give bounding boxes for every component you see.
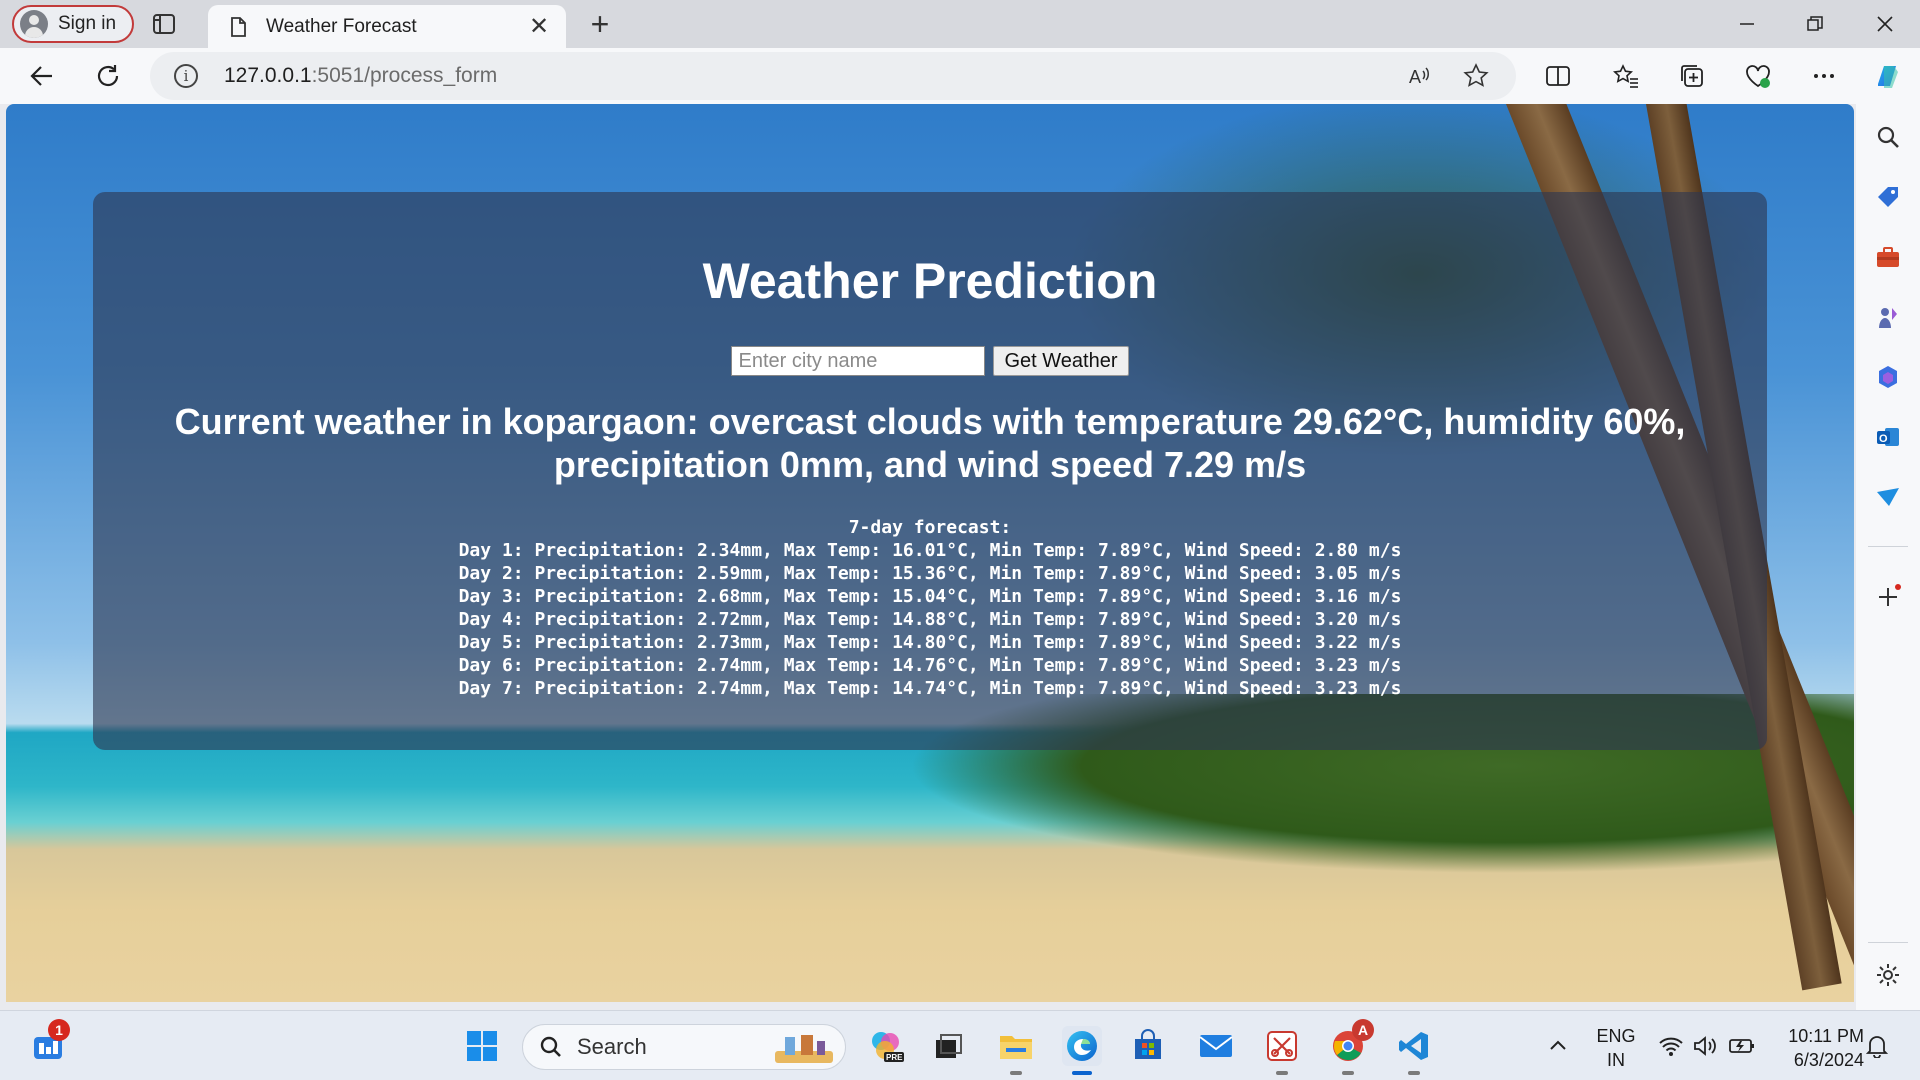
add-sidebar-app-icon[interactable]: [1873, 582, 1903, 612]
active-indicator: [1072, 1071, 1092, 1075]
forecast-day: Day 4: Precipitation: 2.72mm, Max Temp: …: [458, 609, 1402, 630]
sidebar-divider: [1868, 942, 1908, 943]
forecast-day: Day 1: Precipitation: 2.34mm, Max Temp: …: [458, 540, 1402, 561]
settings-gear-icon[interactable]: [1873, 960, 1903, 990]
weather-panel: Weather Prediction Get Weather Current w…: [93, 192, 1767, 750]
refresh-icon[interactable]: [92, 60, 124, 92]
close-window-icon[interactable]: [1852, 0, 1918, 48]
browser-toolbar: i 127.0.0.1:5051/process_form A: [0, 48, 1920, 104]
address-bar[interactable]: i 127.0.0.1:5051/process_form A: [150, 52, 1516, 100]
clock-date: 6/3/2024: [1793, 1050, 1864, 1070]
favorite-star-icon[interactable]: [1460, 60, 1492, 92]
running-indicator: [1276, 1071, 1288, 1075]
page-icon: [226, 15, 250, 39]
svg-text:PRE: PRE: [886, 1053, 903, 1062]
new-tab-icon[interactable]: +: [584, 8, 616, 40]
sign-in-label: Sign in: [58, 13, 117, 34]
volume-icon[interactable]: [1692, 1011, 1718, 1080]
language-indicator[interactable]: ENG IN: [1596, 1024, 1636, 1072]
start-windows-icon[interactable]: [462, 1026, 502, 1066]
profile-avatar-icon: [20, 10, 48, 38]
file-explorer-icon[interactable]: [996, 1026, 1036, 1066]
system-clock[interactable]: 10:11 PM 6/3/2024: [1774, 1024, 1864, 1072]
taskbar-search-label: Search: [577, 1034, 647, 1059]
svg-text:A: A: [1409, 67, 1421, 87]
forecast-day: Day 6: Precipitation: 2.74mm, Max Temp: …: [458, 655, 1402, 676]
city-input[interactable]: [731, 346, 986, 376]
wifi-icon[interactable]: [1658, 1011, 1684, 1080]
current-weather-text: Current weather in kopargaon: overcast c…: [174, 401, 1686, 485]
snipping-tool-icon[interactable]: [1262, 1026, 1302, 1066]
outlook-icon[interactable]: O: [1873, 422, 1903, 452]
sign-in-button[interactable]: Sign in: [12, 5, 135, 43]
show-hidden-icons[interactable]: [1548, 1011, 1568, 1080]
minimize-icon[interactable]: [1714, 0, 1780, 48]
forecast-block: 7-day forecast: Day 1: Precipitation: 2.…: [93, 516, 1767, 700]
running-indicator: [1342, 1071, 1354, 1075]
vscode-icon[interactable]: [1394, 1026, 1434, 1066]
page-title: Weather Prediction: [702, 253, 1158, 309]
favorites-icon[interactable]: [1610, 60, 1642, 92]
collections-icon[interactable]: [1676, 60, 1708, 92]
sidebar-divider: [1868, 546, 1908, 547]
forecast-day: Day 3: Precipitation: 2.68mm, Max Temp: …: [458, 586, 1402, 607]
more-options-icon[interactable]: [1808, 60, 1840, 92]
copilot-m365-icon[interactable]: [1873, 362, 1903, 392]
browser-essentials-icon[interactable]: [1742, 60, 1774, 92]
games-icon[interactable]: [1873, 302, 1903, 332]
split-screen-icon[interactable]: [1542, 60, 1574, 92]
taskbar-search-box[interactable]: Search: [522, 1024, 846, 1070]
read-aloud-icon[interactable]: A: [1404, 60, 1436, 92]
forecast-day: Day 2: Precipitation: 2.59mm, Max Temp: …: [458, 563, 1402, 584]
clock-time: 10:11 PM: [1788, 1026, 1864, 1046]
tools-icon[interactable]: [1873, 242, 1903, 272]
site-info-icon[interactable]: i: [174, 64, 198, 88]
browser-tab[interactable]: Weather Forecast ✕: [208, 5, 566, 48]
notifications-bell-icon[interactable]: [1866, 1011, 1888, 1080]
battery-icon[interactable]: [1728, 1011, 1756, 1080]
web-page: Weather Prediction Get Weather Current w…: [6, 104, 1854, 1002]
back-icon[interactable]: [26, 60, 58, 92]
tab-strip: Sign in Weather Forecast ✕ +: [0, 0, 1920, 48]
running-indicator: [1408, 1071, 1420, 1075]
edge-icon[interactable]: [1062, 1026, 1102, 1066]
search-icon: [540, 1036, 561, 1057]
chrome-profile-badge: A: [1352, 1019, 1374, 1041]
restore-icon[interactable]: [1782, 0, 1848, 48]
taskbar: 1 Search PRE A ENG IN 10:11 PM 6/3/2024: [0, 1010, 1920, 1080]
microsoft-store-icon[interactable]: [1128, 1026, 1168, 1066]
edge-sidebar: O: [1856, 104, 1920, 1010]
close-tab-icon[interactable]: ✕: [526, 12, 552, 41]
running-indicator: [1010, 1071, 1022, 1075]
search-highlight-icon: [771, 1031, 837, 1071]
widgets-badge: 1: [48, 1019, 70, 1041]
forecast-title: 7-day forecast:: [848, 517, 1012, 538]
search-icon[interactable]: [1873, 122, 1903, 152]
svg-text:O: O: [1879, 433, 1888, 445]
forecast-day: Day 7: Precipitation: 2.74mm, Max Temp: …: [458, 678, 1402, 699]
tab-actions-icon[interactable]: [150, 10, 178, 38]
url-text[interactable]: 127.0.0.1:5051/process_form: [224, 64, 497, 88]
mail-icon[interactable]: [1196, 1026, 1236, 1066]
task-view-icon[interactable]: [928, 1026, 968, 1066]
city-form: Get Weather: [93, 346, 1767, 376]
copilot-pre-icon[interactable]: PRE: [866, 1026, 906, 1066]
tab-title: Weather Forecast: [266, 15, 417, 37]
forecast-day: Day 5: Precipitation: 2.73mm, Max Temp: …: [458, 632, 1402, 653]
get-weather-button[interactable]: Get Weather: [993, 346, 1129, 376]
shopping-tag-icon[interactable]: [1873, 182, 1903, 212]
drop-send-icon[interactable]: [1873, 482, 1903, 512]
copilot-icon[interactable]: [1870, 58, 1906, 94]
